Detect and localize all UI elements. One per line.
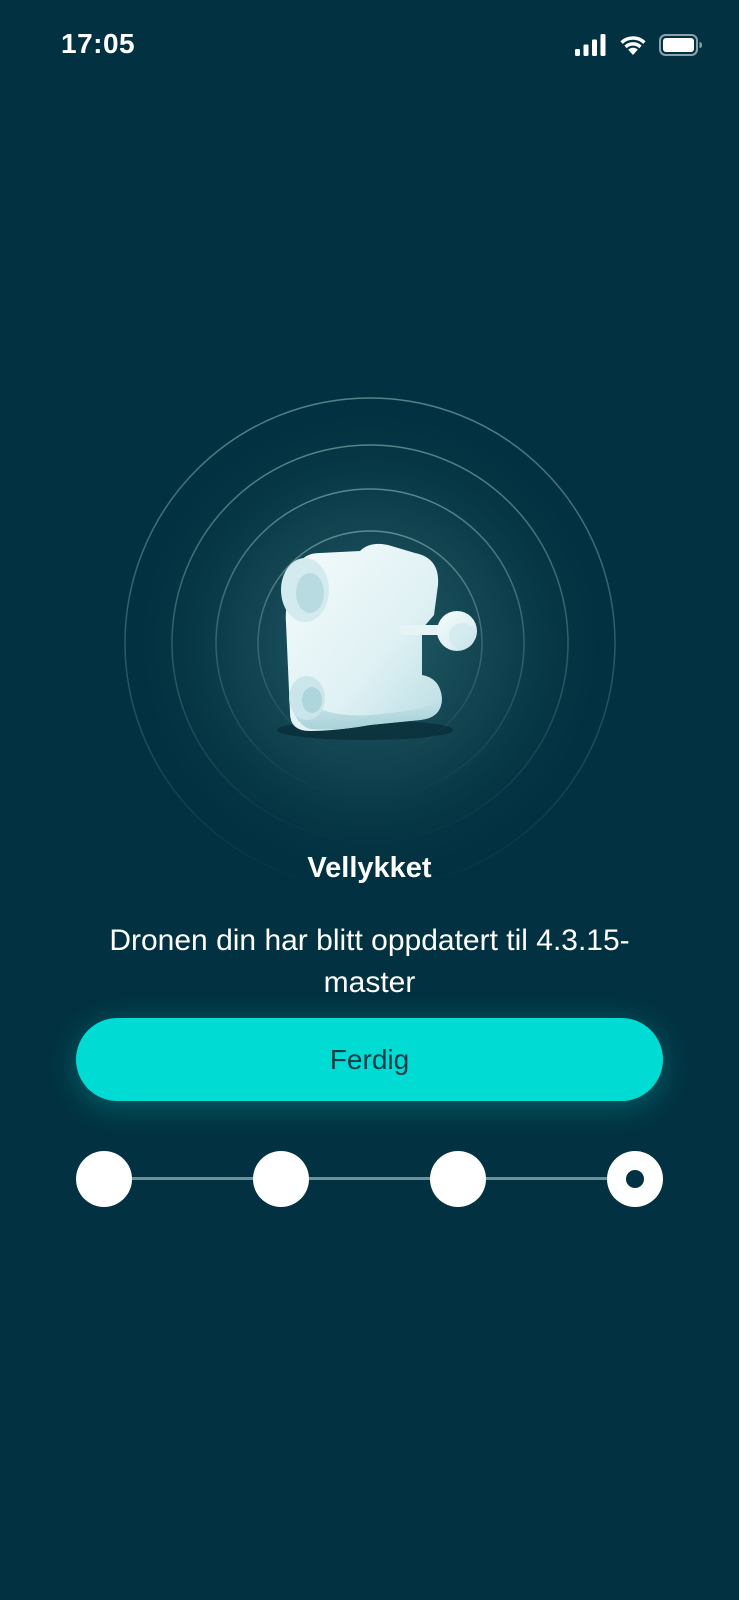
drone-illustration [120,393,620,893]
wifi-icon [618,34,648,61]
result-title: Vellykket [307,852,432,884]
cellular-signal-icon [575,33,607,61]
step-2-completed [253,1151,309,1207]
done-button[interactable]: Ferdig [76,1018,663,1101]
status-bar: 17:05 [0,0,739,95]
battery-icon [659,33,703,61]
progress-stepper [76,1151,663,1207]
step-3-completed [430,1151,486,1207]
step-1-completed [76,1151,132,1207]
result-message: Dronen din har blitt oppdatert til 4.3.1… [109,924,630,999]
step-4-current [607,1151,663,1207]
stepper-line [104,1177,635,1180]
status-time: 17:05 [61,28,136,59]
status-icons [575,33,703,61]
